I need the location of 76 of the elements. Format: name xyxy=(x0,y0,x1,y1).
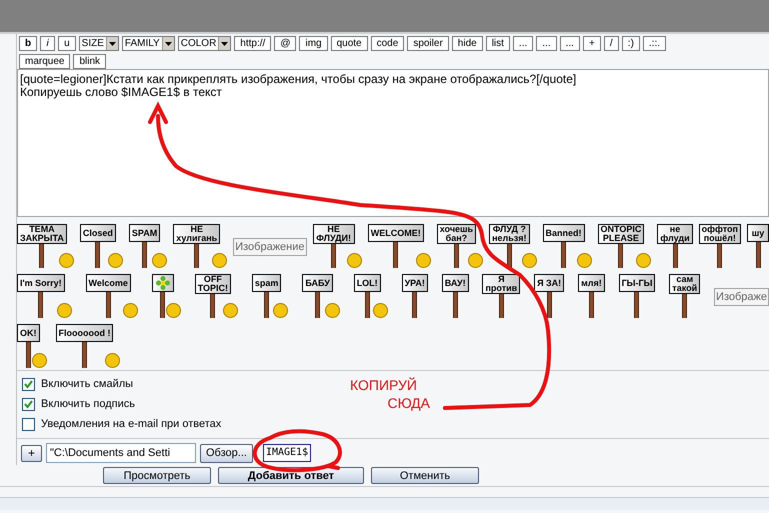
format-button[interactable]: spoiler xyxy=(407,36,449,51)
caret-icon xyxy=(162,37,174,50)
format-button[interactable]: ... xyxy=(560,36,580,51)
add-file-button[interactable]: + xyxy=(21,444,42,462)
format-button[interactable]: :) xyxy=(622,36,640,51)
smiley-sign[interactable]: ВАУ! xyxy=(442,274,469,318)
format-button[interactable]: ... xyxy=(536,36,557,51)
smiley-sign[interactable]: Closed xyxy=(80,224,123,268)
smiley-sign[interactable] xyxy=(152,274,181,318)
format-button[interactable]: quote xyxy=(330,36,368,51)
format-button[interactable]: i xyxy=(40,36,56,51)
smiley-sign[interactable]: spam xyxy=(252,274,288,318)
smiley-sign[interactable]: ТЕМА ЗАКРЫТА xyxy=(17,224,74,268)
missing-image-label: Изображение xyxy=(233,238,307,256)
smiley-sign[interactable]: хочешь бан? xyxy=(436,224,484,268)
caret-icon xyxy=(106,37,118,50)
message-textarea[interactable]: [quote=legioner]Кстати как прикреплять изображения, чтобы сразу на экране отображались?[/quote] Копируешь слово $IMAGE1$ в текст xyxy=(17,69,769,217)
smiley-sign[interactable]: Я ЗА! xyxy=(534,274,564,318)
format-button[interactable]: blink xyxy=(73,54,106,69)
smiley-sign[interactable]: не флуди xyxy=(657,224,693,268)
smiley-sign[interactable]: сам такой xyxy=(669,274,700,318)
smiley-sign[interactable]: шу xyxy=(747,224,769,268)
missing-image-label: Изображе xyxy=(714,288,769,306)
form-button[interactable]: Отменить xyxy=(371,467,479,484)
form-button[interactable]: Добавить ответ xyxy=(218,467,364,484)
checkbox-label: Включить смайлы xyxy=(41,378,134,391)
checkbox-label: Уведомления на e-mail при ответах xyxy=(41,418,222,431)
format-button[interactable]: list xyxy=(486,36,510,51)
smiley-sign[interactable]: УРА! xyxy=(402,274,428,318)
smiley-sign[interactable]: ГЫ-ГЫ xyxy=(618,274,656,318)
format-button[interactable]: hide xyxy=(452,36,483,51)
smiley-sign[interactable]: НЕ хулигань xyxy=(173,224,228,268)
checkbox[interactable] xyxy=(22,378,35,391)
format-button[interactable]: marquee xyxy=(19,54,70,69)
file-path-field[interactable]: "C:\Documents and Setti xyxy=(46,443,196,463)
smiley-sign[interactable]: LOL! xyxy=(354,274,388,318)
smiley-sign[interactable]: НЕ ФЛУДИ! xyxy=(312,224,362,268)
format-button[interactable]: ... xyxy=(512,36,534,51)
checkbox[interactable] xyxy=(22,418,35,431)
format-button[interactable]: http:// xyxy=(234,36,272,51)
format-button[interactable]: / xyxy=(604,36,619,51)
annotation-text: СЮДА xyxy=(388,394,430,412)
format-dropdown[interactable]: COLOR xyxy=(178,36,232,51)
smiley-sign[interactable]: ФЛУД ? нельзя! xyxy=(489,224,537,268)
format-button[interactable]: .::. xyxy=(642,36,666,51)
form-button[interactable]: Просмотреть xyxy=(103,467,211,484)
smiley-sign[interactable]: БАБУ xyxy=(302,274,340,318)
format-dropdown[interactable]: SIZE xyxy=(78,36,119,51)
format-button[interactable]: @ xyxy=(274,36,296,51)
format-dropdown[interactable]: FAMILY xyxy=(122,36,175,51)
text-line: [quote=legioner]Кстати как прикреплять изображения, чтобы сразу на экране отображались?[/quote] xyxy=(20,73,578,86)
smiley-sign[interactable]: Flooooood ! xyxy=(56,324,120,368)
smiley-sign[interactable]: OFF TOPIC! xyxy=(194,274,238,318)
smiley-sign[interactable]: Welcome xyxy=(86,274,138,318)
smiley-sign[interactable]: оффтоп пошёл! xyxy=(698,224,741,268)
format-button[interactable]: b xyxy=(19,36,38,51)
smiley-sign[interactable]: Я против xyxy=(482,274,520,318)
format-button[interactable]: + xyxy=(582,36,601,51)
smiley-sign[interactable]: SPAM xyxy=(128,224,168,268)
flower-icon xyxy=(156,276,170,290)
smiley-sign[interactable]: ONTOPIC PLEASE xyxy=(598,224,652,268)
smiley-sign[interactable]: Banned! xyxy=(542,224,592,268)
caret-icon xyxy=(218,37,230,50)
tag-field[interactable]: IMAGE1$ xyxy=(262,444,312,462)
smiley-sign[interactable]: WELCOME! xyxy=(368,224,431,268)
smiley-sign[interactable]: I'm Sorry! xyxy=(17,274,72,318)
browse-button[interactable]: Обзор... xyxy=(200,444,253,462)
smiley-sign[interactable]: мля! xyxy=(578,274,605,318)
checkbox-label: Включить подпись xyxy=(41,398,135,411)
annotation-text: КОПИРУЙ xyxy=(350,376,417,394)
format-button[interactable]: u xyxy=(58,36,76,51)
format-button[interactable]: code xyxy=(370,36,404,51)
smiley-sign[interactable]: OK! xyxy=(17,324,46,368)
format-button[interactable]: img xyxy=(299,36,328,51)
text-line: Копируешь слово $IMAGE1$ в текст xyxy=(20,86,222,99)
checkbox[interactable] xyxy=(22,398,35,411)
